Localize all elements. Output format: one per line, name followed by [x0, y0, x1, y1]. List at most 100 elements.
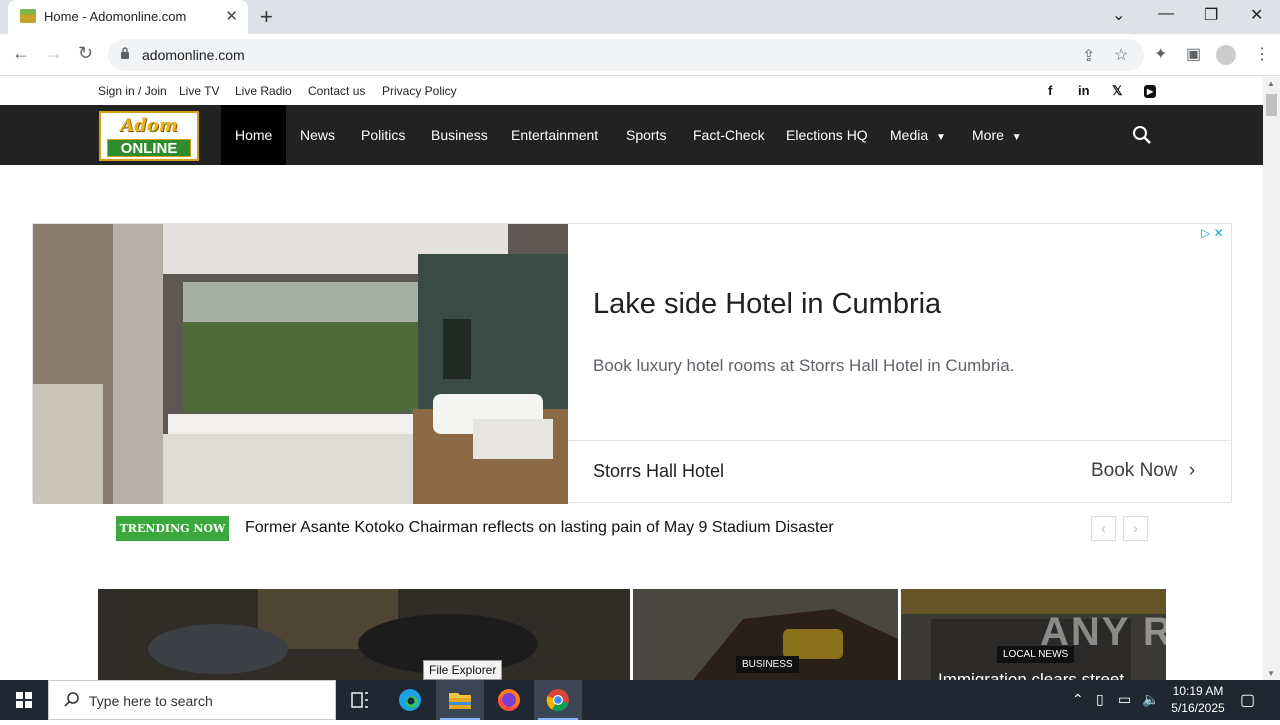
- linkedin-icon[interactable]: in: [1078, 83, 1090, 98]
- facebook-icon[interactable]: f: [1048, 83, 1052, 98]
- ad-cta-label: Book Now: [1091, 460, 1178, 481]
- news-tile-main-image: [98, 589, 630, 680]
- chrome-taskbar-button[interactable]: [534, 680, 582, 720]
- site-logo[interactable]: Adom ONLINE: [99, 111, 199, 161]
- scroll-down-icon[interactable]: ▼: [1267, 669, 1275, 678]
- file-explorer-taskbar-button[interactable]: [436, 680, 484, 720]
- trending-prev-button[interactable]: ‹: [1091, 516, 1116, 541]
- news-tile-local-title[interactable]: Immigration clears street: [938, 670, 1124, 680]
- category-badge[interactable]: BUSINESS: [736, 656, 799, 673]
- chrome-icon: [546, 689, 569, 712]
- nav-sports[interactable]: Sports: [626, 105, 666, 165]
- scroll-up-icon[interactable]: ▲: [1267, 79, 1275, 88]
- site-topbar: Sign in / Join Live TV Live Radio Contac…: [0, 77, 1263, 105]
- new-tab-button[interactable]: +: [260, 4, 273, 30]
- window-close-icon[interactable]: ✕: [1250, 5, 1263, 25]
- minimize-icon[interactable]: —: [1158, 5, 1174, 23]
- reload-icon[interactable]: ↻: [78, 43, 93, 64]
- url-text: adomonline.com: [142, 47, 245, 63]
- ad-hotel-image[interactable]: [33, 224, 568, 504]
- start-button[interactable]: [0, 680, 48, 720]
- extensions-icon[interactable]: ✦: [1154, 44, 1167, 64]
- notification-icon[interactable]: ▢: [1240, 690, 1255, 710]
- address-bar[interactable]: adomonline.com ⇪ ☆: [108, 39, 1144, 71]
- tab-title: Home - Adomonline.com: [44, 9, 187, 24]
- browser-menu-icon[interactable]: ⋮: [1254, 44, 1270, 64]
- youtube-icon[interactable]: ▶: [1144, 85, 1157, 98]
- nav-politics[interactable]: Politics: [361, 105, 405, 165]
- trending-headline[interactable]: Former Asante Kotoko Chairman reflects o…: [245, 519, 834, 537]
- profile-avatar[interactable]: [1216, 45, 1236, 65]
- nav-fact-check[interactable]: Fact-Check: [693, 105, 765, 165]
- site-favicon: [20, 9, 36, 23]
- scroll-thumb[interactable]: [1266, 94, 1277, 116]
- live-tv-link[interactable]: Live TV: [179, 84, 219, 98]
- forward-icon[interactable]: →: [45, 43, 63, 64]
- contact-link[interactable]: Contact us: [308, 84, 365, 98]
- x-icon[interactable]: 𝕏: [1112, 83, 1122, 99]
- news-tile-business[interactable]: BUSINESS: [633, 589, 898, 680]
- taskbar-clock[interactable]: 10:19 AM 5/16/2025: [1162, 683, 1234, 717]
- windows-taskbar: Type here to search ⌃ ▯ ▭ 🔈 10:19 AM 5/1…: [0, 680, 1280, 720]
- task-view-button[interactable]: [336, 680, 384, 720]
- page-scrollbar[interactable]: ▲ ▼: [1263, 77, 1280, 680]
- share-icon[interactable]: ⇪: [1082, 46, 1095, 66]
- trending-next-button[interactable]: ›: [1123, 516, 1148, 541]
- side-panel-icon[interactable]: ▣: [1186, 44, 1201, 64]
- restore-icon[interactable]: ❐: [1204, 5, 1218, 25]
- news-tile-main[interactable]: [98, 589, 630, 680]
- chevron-right-icon: ›: [1188, 460, 1196, 481]
- ad-brand[interactable]: Storrs Hall Hotel: [593, 461, 724, 482]
- anyrun-watermark: ANY RUN: [1040, 610, 1236, 654]
- live-radio-link[interactable]: Live Radio: [235, 84, 292, 98]
- tab-search-chevron-icon[interactable]: ⌄: [1112, 5, 1125, 25]
- back-icon[interactable]: ←: [12, 43, 30, 64]
- privacy-link[interactable]: Privacy Policy: [382, 84, 457, 98]
- trending-badge: TRENDING NOW: [116, 516, 229, 541]
- taskbar-search-box[interactable]: Type here to search: [48, 680, 336, 720]
- search-icon: [64, 692, 79, 707]
- device-icon[interactable]: ▯: [1096, 691, 1104, 708]
- clock-time: 10:19 AM: [1172, 684, 1224, 698]
- edge-icon: [399, 689, 421, 711]
- file-explorer-tooltip: File Explorer: [423, 660, 503, 680]
- firefox-taskbar-button[interactable]: [485, 680, 533, 720]
- tab-close-icon[interactable]: ✕: [225, 7, 238, 25]
- nav-media[interactable]: Media ▼: [890, 105, 946, 165]
- ad-book-now-button[interactable]: Book Now ›: [1091, 460, 1195, 482]
- nav-entertainment[interactable]: Entertainment: [511, 105, 598, 165]
- browser-titlebar: Home - Adomonline.com ✕ + ⌄ — ❐ ✕: [0, 0, 1280, 34]
- volume-icon[interactable]: 🔈: [1142, 691, 1159, 708]
- edge-taskbar-button[interactable]: [386, 680, 434, 720]
- chevron-down-icon: ▼: [936, 132, 946, 143]
- nav-home[interactable]: Home: [221, 105, 287, 165]
- ad-divider: [568, 440, 1232, 441]
- lock-icon: [121, 47, 129, 59]
- folder-icon: [449, 693, 471, 709]
- search-icon[interactable]: [1132, 125, 1152, 145]
- advertisement[interactable]: ▷ ✕ Lake side Hotel in Cumbria Book luxu…: [32, 223, 1232, 504]
- taskbar-search-placeholder: Type here to search: [89, 693, 213, 709]
- clock-date: 5/16/2025: [1171, 701, 1225, 715]
- windows-logo-icon: [16, 692, 32, 708]
- chevron-down-icon: ▼: [1011, 132, 1022, 143]
- firefox-icon: [498, 689, 520, 711]
- browser-tab[interactable]: Home - Adomonline.com ✕: [8, 0, 248, 34]
- signin-link[interactable]: Sign in / Join: [98, 84, 167, 98]
- ad-description[interactable]: Book luxury hotel rooms at Storrs Hall H…: [593, 356, 1014, 376]
- browser-toolbar: ← → ↻ adomonline.com ⇪ ☆ ✦ ▣ ⋮: [0, 34, 1280, 76]
- nav-more-label: More: [972, 127, 1004, 143]
- logo-line2: ONLINE: [107, 139, 191, 157]
- nav-news[interactable]: News: [300, 105, 335, 165]
- ad-choices-icon[interactable]: ▷ ✕: [1201, 226, 1224, 240]
- nav-more[interactable]: More ▼: [972, 105, 1022, 165]
- ad-headline[interactable]: Lake side Hotel in Cumbria: [593, 288, 941, 321]
- logo-line1: Adom: [120, 115, 178, 136]
- nav-business[interactable]: Business: [431, 105, 488, 165]
- nav-media-label: Media: [890, 127, 929, 143]
- bookmark-star-icon[interactable]: ☆: [1114, 45, 1128, 65]
- main-nav: Adom ONLINE Home News Politics Business …: [0, 105, 1263, 165]
- show-hidden-icons-chevron-icon[interactable]: ⌃: [1072, 691, 1084, 708]
- nav-elections-hq[interactable]: Elections HQ: [786, 105, 868, 165]
- network-icon[interactable]: ▭: [1118, 691, 1131, 708]
